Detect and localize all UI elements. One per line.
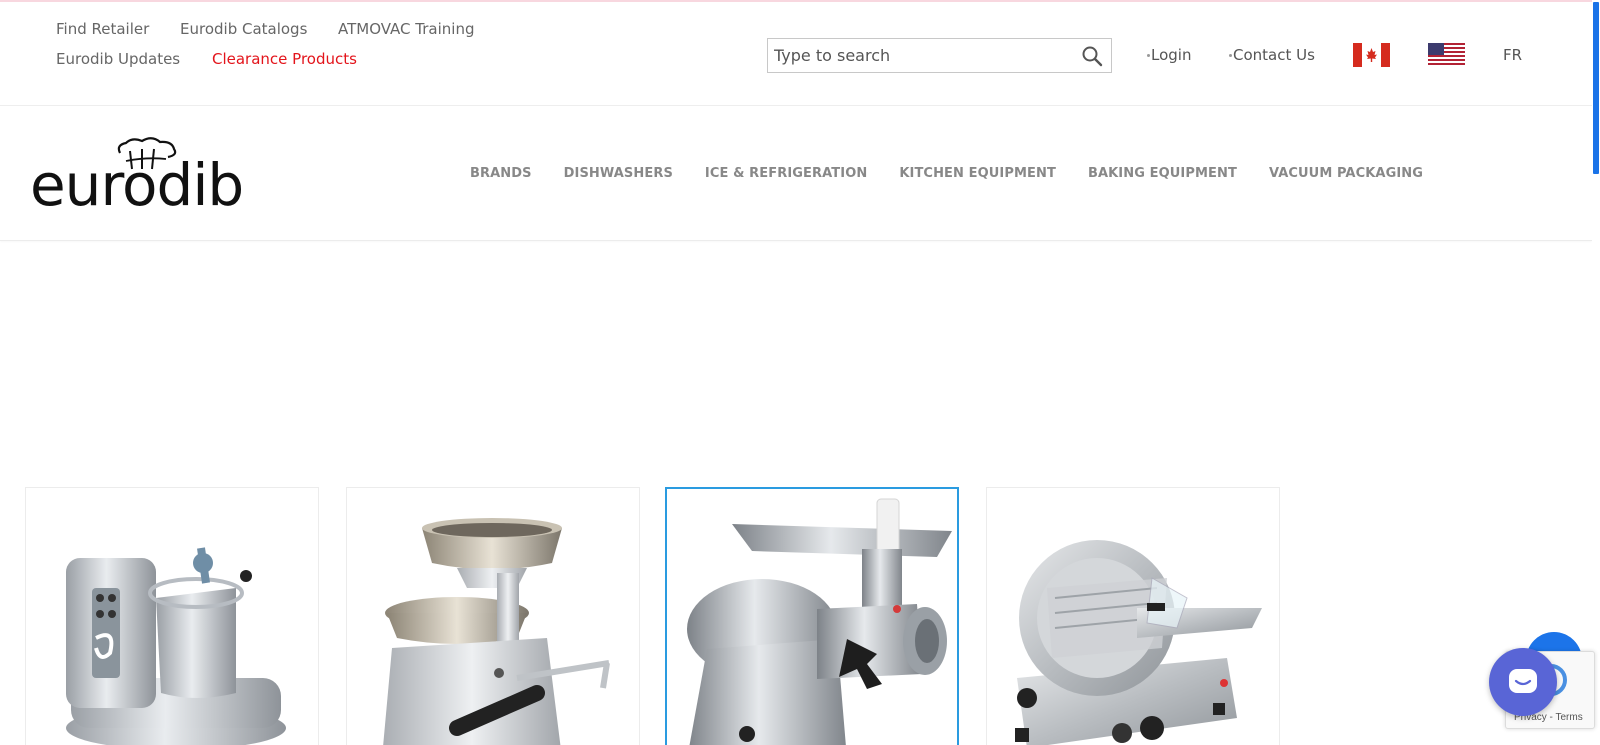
atmovac-training-link[interactable]: ATMOVAC Training [338,20,474,38]
usa-flag-icon[interactable] [1428,43,1465,67]
language-switch-fr[interactable]: FR [1503,46,1522,64]
search-box [767,38,1112,73]
scrollbar-thumb[interactable] [1593,2,1599,174]
contact-us-link[interactable]: Contact Us [1229,46,1315,64]
nav-ice-refrigeration[interactable]: ICE & REFRIGERATION [705,166,867,181]
product-card-food-processor[interactable] [25,487,319,745]
product-card-burger-press[interactable] [346,487,640,745]
login-label: Login [1151,46,1192,64]
find-retailer-link[interactable]: Find Retailer [56,20,149,38]
nav-kitchen-equipment[interactable]: KITCHEN EQUIPMENT [899,166,1056,181]
food-processor-image [66,547,286,745]
meat-grinder-image [687,498,952,745]
product-card-slicer[interactable] [986,487,1280,745]
eurodib-updates-link[interactable]: Eurodib Updates [56,50,180,68]
login-link[interactable]: Login [1147,46,1191,64]
bullet-icon [1147,54,1150,57]
eurodib-logo[interactable]: eurodib [30,137,265,219]
nav-brands[interactable]: BRANDS [470,166,532,181]
bullet-icon [1229,54,1232,57]
search-input[interactable] [774,39,1074,72]
main-header: eurodib BRANDS DISHWASHERS ICE & REFRIGE… [0,107,1592,241]
logo-wordmark: eurodib [30,151,244,219]
nav-vacuum-packaging[interactable]: VACUUM PACKAGING [1269,166,1423,181]
chat-bubble-icon [1509,669,1537,693]
chat-button[interactable] [1489,648,1557,716]
clearance-products-link[interactable]: Clearance Products [212,50,357,68]
canada-flag-icon[interactable] [1353,43,1390,67]
burger-press-image [383,518,610,745]
contact-us-label: Contact Us [1233,46,1315,64]
eurodib-catalogs-link[interactable]: Eurodib Catalogs [180,20,307,38]
slicer-image [1015,540,1262,745]
product-card-meat-grinder[interactable] [665,487,959,745]
nav-dishwashers[interactable]: DISHWASHERS [564,166,673,181]
utility-bar: Find Retailer Eurodib Catalogs ATMOVAC T… [0,2,1592,106]
nav-baking-equipment[interactable]: BAKING EQUIPMENT [1088,166,1237,181]
main-nav: BRANDS DISHWASHERS ICE & REFRIGERATION K… [470,166,1455,181]
search-icon[interactable] [1081,45,1103,67]
